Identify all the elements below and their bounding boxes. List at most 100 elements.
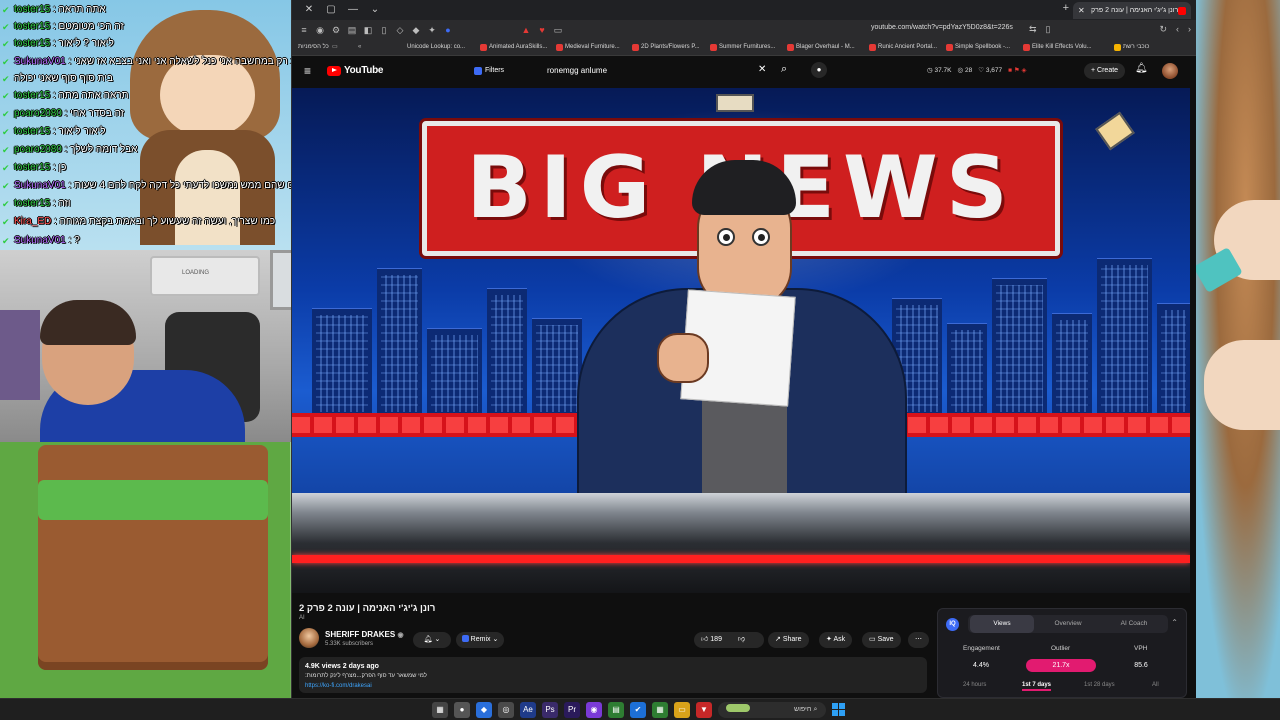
search-input[interactable]: ronemgg anlume	[547, 63, 768, 79]
extension-icon[interactable]: ●	[442, 24, 454, 36]
range-24h[interactable]: 24 hours	[963, 682, 986, 688]
bookmark-item[interactable]: Elite Kill Effects Volu...	[1023, 42, 1092, 53]
url-field[interactable]: youtube.com/watch?v=pdYazY5D0z8&t=226s	[871, 24, 1013, 31]
extension-icon[interactable]: ◇	[394, 24, 406, 36]
tab-ai-coach[interactable]: AI Coach	[1102, 615, 1166, 633]
remix-button[interactable]: Remix ⌄	[456, 632, 504, 648]
extension-icon[interactable]: ⚙	[330, 24, 342, 36]
folder-icon[interactable]: ▭	[332, 42, 338, 53]
extension-icon[interactable]: ◧	[362, 24, 374, 36]
chevron-up-icon[interactable]: ⌃	[1171, 618, 1178, 627]
minimize-window-icon[interactable]: —	[342, 1, 364, 19]
bookmark-item[interactable]: Unicode Lookup: co...	[398, 42, 465, 53]
bookmark-item[interactable]: Runic Ancient Portal...	[869, 42, 937, 53]
chevron-left-icon[interactable]: «	[358, 42, 361, 53]
chat-username[interactable]: toster15	[14, 162, 50, 173]
filters-button[interactable]: Filters	[469, 64, 509, 78]
bookmark-item[interactable]: כל הסימניות	[298, 42, 329, 53]
video-player[interactable]: BIG NEWS	[292, 88, 1190, 593]
tab-overview[interactable]: Overview	[1036, 615, 1100, 633]
bookmark-item[interactable]: Summer Furnitures...	[710, 42, 775, 53]
chat-username[interactable]: toster15	[14, 4, 50, 15]
subscribe-bell-button[interactable]: 🔔︎ ⌄	[413, 632, 451, 648]
restore-window-icon[interactable]: ▢	[320, 1, 342, 19]
clear-search-icon[interactable]: ✕	[758, 64, 766, 75]
app-taskbar-icon[interactable]: Pr	[564, 702, 580, 718]
app-taskbar-icon[interactable]: ●	[454, 702, 470, 718]
range-all[interactable]: All	[1152, 682, 1159, 688]
chat-username[interactable]: toster15	[14, 21, 50, 32]
extension-icon[interactable]: ♥	[536, 24, 548, 36]
more-actions-button[interactable]: ⋯	[908, 632, 929, 648]
extension-icon[interactable]: ▲	[520, 24, 532, 36]
extension-icon[interactable]: ▭	[552, 24, 564, 36]
room-shelf	[0, 310, 40, 400]
new-tab-icon[interactable]: +	[1063, 2, 1069, 14]
app-taskbar-icon[interactable]: ▤	[608, 702, 624, 718]
back-icon[interactable]: ‹	[1176, 24, 1179, 35]
app-taskbar-icon[interactable]: ◉	[586, 702, 602, 718]
chat-username[interactable]: poaro2080	[14, 108, 62, 119]
save-button[interactable]: ▭ Save	[862, 632, 901, 648]
donation-link[interactable]: https://ko-fi.com/drakesai	[305, 683, 372, 689]
extension-icon[interactable]: ▯	[378, 24, 390, 36]
account-avatar[interactable]	[1162, 63, 1178, 79]
extension-icon[interactable]: ◉	[314, 24, 326, 36]
create-button[interactable]: + Create	[1084, 63, 1126, 79]
vidiq-logo-icon[interactable]: IQ	[946, 618, 959, 631]
browser-tab-active[interactable]: ✕ רונן ג'יג'י האנימה | עונה 2 פרק	[1073, 2, 1191, 19]
app-taskbar-icon[interactable]: ▦	[652, 702, 668, 718]
chat-username[interactable]: toster15	[14, 38, 50, 49]
chat-username[interactable]: SukunaV01	[14, 235, 66, 246]
menu-icon[interactable]: ≡	[298, 24, 310, 36]
channel-name[interactable]: SHERIFF DRAKES ◉	[325, 630, 404, 639]
close-window-icon[interactable]: ✕	[298, 1, 320, 19]
range-first-7-days[interactable]: 1st 7 days	[1022, 682, 1052, 691]
app-taskbar-icon[interactable]: ▦	[432, 702, 448, 718]
chat-username[interactable]: Kira_ED	[14, 216, 51, 227]
site-settings-icon[interactable]: ⇆	[1029, 24, 1037, 35]
taskbar-search[interactable]: חיפוש ⌕	[718, 702, 826, 718]
chevron-down-icon[interactable]: ⌄	[364, 1, 386, 19]
bookmark-item[interactable]: 2D Plants/Flowers P...	[632, 42, 700, 53]
close-tab-icon[interactable]: ✕	[1078, 2, 1085, 19]
microphone-icon[interactable]: ●	[811, 62, 827, 78]
hamburger-menu-icon[interactable]: ≡	[304, 64, 311, 78]
extension-icon[interactable]: ◆	[410, 24, 422, 36]
chat-username[interactable]: SukunaV01	[14, 56, 66, 67]
windows-start-icon[interactable]	[832, 703, 845, 716]
chat-username[interactable]: poaro2080	[14, 144, 62, 155]
tab-views[interactable]: Views	[970, 615, 1034, 633]
notifications-bell-icon[interactable]: 🔔︎	[1135, 63, 1148, 74]
bookmark-item[interactable]: כוכבי רשת	[1114, 42, 1149, 53]
app-taskbar-icon[interactable]: Ps	[542, 702, 558, 718]
bookmark-item[interactable]: Simple Spellbook -...	[946, 42, 1010, 53]
bookmark-item[interactable]: Medieval Furniture...	[556, 42, 620, 53]
chat-username[interactable]: toster15	[14, 198, 50, 209]
app-taskbar-icon[interactable]: ◎	[498, 702, 514, 718]
like-dislike-button[interactable]: 👍︎ 189 👎︎	[694, 632, 764, 648]
extension-icon[interactable]: ■ ⚑ ◈	[1008, 66, 1026, 74]
app-taskbar-icon[interactable]: ▼	[696, 702, 712, 718]
bookmark-item[interactable]: Blager Overhaul - M...	[787, 42, 855, 53]
reload-icon[interactable]: ↻	[1159, 24, 1167, 35]
app-taskbar-icon[interactable]: ▭	[674, 702, 690, 718]
range-first-28-days[interactable]: 1st 28 days	[1084, 682, 1115, 688]
forward-icon[interactable]: ›	[1188, 24, 1191, 35]
extension-icon[interactable]: ✦	[426, 24, 438, 36]
bookmark-item[interactable]: Animated AuraSkills...	[480, 42, 547, 53]
chat-username[interactable]: SukunaV01	[14, 180, 66, 191]
chat-username[interactable]: toster15	[14, 90, 50, 101]
extension-icon[interactable]: ▤	[346, 24, 358, 36]
bookmark-icon[interactable]: ▯	[1046, 24, 1051, 35]
right-mascot-art	[1193, 0, 1280, 700]
app-taskbar-icon[interactable]: ◆	[476, 702, 492, 718]
share-button[interactable]: ↗ Share	[768, 632, 809, 648]
chat-username[interactable]: toster15	[14, 126, 50, 137]
channel-avatar[interactable]	[299, 628, 319, 648]
ask-button[interactable]: ✦ Ask	[819, 632, 853, 648]
app-taskbar-icon[interactable]: Ae	[520, 702, 536, 718]
app-taskbar-icon[interactable]: ✔	[630, 702, 646, 718]
search-icon[interactable]: ⌕	[781, 63, 787, 76]
youtube-logo[interactable]: YouTube	[327, 65, 384, 76]
